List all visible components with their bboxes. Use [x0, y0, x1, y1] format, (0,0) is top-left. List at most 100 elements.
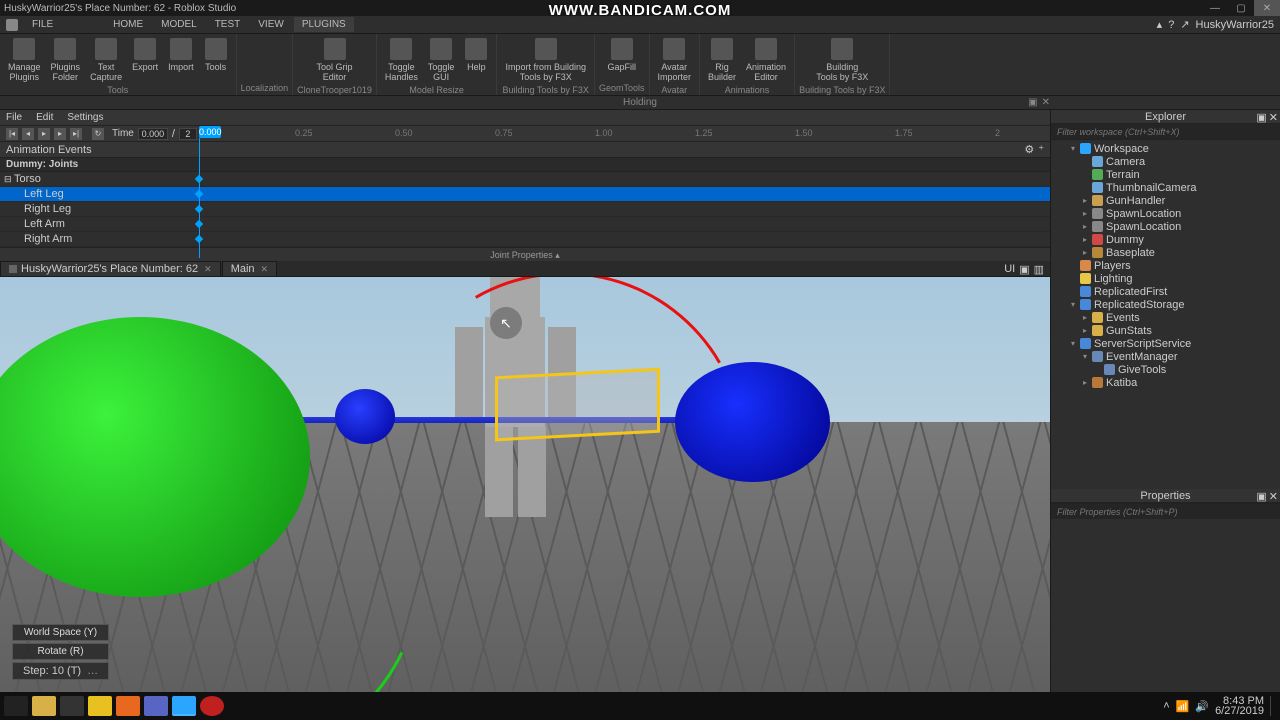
tree-node[interactable]: ▸SpawnLocation [1051, 207, 1280, 220]
viewport-icon[interactable]: ▣ [1019, 263, 1029, 276]
ribbon-button[interactable]: Tools [200, 36, 232, 74]
loop-icon[interactable]: ↻ [92, 128, 104, 140]
play-icon[interactable]: ▸ [38, 128, 50, 140]
tree-node[interactable]: Players [1051, 259, 1280, 272]
taskbar-app-bandicam[interactable] [200, 696, 224, 716]
ribbon-button[interactable]: RigBuilder [704, 36, 740, 84]
chevron-icon[interactable]: ▸ [1081, 248, 1089, 257]
show-desktop-button[interactable] [1270, 696, 1276, 716]
tree-node[interactable]: ▾ServerScriptService [1051, 337, 1280, 350]
viewport-icon2[interactable]: ▥ [1034, 263, 1044, 276]
studio-logo-icon[interactable] [6, 19, 18, 31]
menu-model[interactable]: MODEL [153, 17, 205, 32]
ribbon-button[interactable]: Import [164, 36, 198, 74]
taskbar-app-1[interactable] [60, 696, 84, 716]
anim-menu-edit[interactable]: Edit [36, 112, 53, 123]
hud-mode[interactable]: Rotate (R) [12, 643, 109, 660]
tree-node[interactable]: ▸GunHandler [1051, 194, 1280, 207]
tab-place[interactable]: HuskyWarrior25's Place Number: 62✕ [0, 261, 221, 276]
tab-close-icon[interactable]: ✕ [204, 264, 212, 275]
taskbar-app-roblox[interactable] [172, 696, 196, 716]
timeline[interactable]: |◂ ◂ ▸ ▸ ▸| ↻ Time 0.000 / 2 0.250.500.7… [0, 126, 1050, 142]
tab-close-icon[interactable]: ✕ [261, 264, 269, 275]
menu-file[interactable]: FILE [24, 17, 61, 32]
minimize-button[interactable]: ― [1202, 0, 1228, 16]
selection-box[interactable] [495, 368, 660, 442]
share-icon[interactable]: ↗ [1180, 18, 1189, 31]
chevron-icon[interactable]: ▸ [1081, 326, 1089, 335]
step-back-icon[interactable]: ◂ [22, 128, 34, 140]
ribbon-button[interactable]: ToggleHandles [381, 36, 422, 84]
help-icon[interactable]: ? [1168, 19, 1174, 31]
tray-network-icon[interactable]: 📶 [1176, 700, 1190, 713]
user-label[interactable]: HuskyWarrior25 [1196, 19, 1274, 31]
step-fwd-icon[interactable]: ▸ [54, 128, 66, 140]
ribbon-button[interactable]: Tool GripEditor [313, 36, 357, 84]
tree-node[interactable]: ▾ReplicatedStorage [1051, 298, 1280, 311]
playhead[interactable]: 0.000 [199, 126, 221, 138]
ribbon-button[interactable]: Import from BuildingTools by F3X [501, 36, 590, 84]
explorer-filter[interactable]: Filter workspace (Ctrl+Shift+X) [1051, 124, 1280, 140]
taskbar-app-firefox[interactable] [116, 696, 140, 716]
maximize-button[interactable]: ▢ [1228, 0, 1254, 16]
tree-node[interactable]: Lighting [1051, 272, 1280, 285]
joint-row[interactable]: ⊟Torso [0, 172, 1050, 187]
collapse-ribbon-icon[interactable]: ▴ [1157, 18, 1163, 31]
close-button[interactable]: ✕ [1254, 0, 1280, 16]
chevron-icon[interactable]: ▸ [1081, 313, 1089, 322]
tree-node[interactable]: ▸GunStats [1051, 324, 1280, 337]
ribbon-button[interactable]: ToggleGUI [424, 36, 459, 84]
anim-menu-file[interactable]: File [6, 112, 22, 123]
hud-step[interactable]: Step: 10 (T)… [12, 662, 109, 680]
ribbon-button[interactable]: ManagePlugins [4, 36, 45, 84]
chevron-icon[interactable]: ▸ [1081, 196, 1089, 205]
ribbon-button[interactable]: BuildingTools by F3X [812, 36, 872, 84]
panel-close-icon[interactable]: ✕ [1042, 97, 1050, 108]
anim-menu-settings[interactable]: Settings [67, 112, 103, 123]
joint-row[interactable]: Left Leg [0, 187, 1050, 202]
ribbon-button[interactable]: Help [460, 36, 492, 74]
joint-row[interactable]: Right Arm [0, 232, 1050, 247]
panel-close-icon[interactable]: ✕ [1269, 111, 1278, 125]
start-button[interactable] [4, 696, 28, 716]
tree-node[interactable]: ReplicatedFirst [1051, 285, 1280, 298]
properties-filter[interactable]: Filter Properties (Ctrl+Shift+P) [1051, 503, 1280, 519]
ui-toggle-icon[interactable]: UI [1004, 263, 1015, 276]
tree-node[interactable]: ▾Workspace [1051, 142, 1280, 155]
tree-node[interactable]: ▸Events [1051, 311, 1280, 324]
expand-icon[interactable]: ⊟ [4, 174, 12, 185]
ribbon-button[interactable]: PluginsFolder [47, 36, 85, 84]
tray-volume-icon[interactable]: 🔊 [1195, 700, 1209, 713]
hud-space[interactable]: World Space (Y) [12, 624, 109, 641]
time-input[interactable]: 0.000 [138, 128, 168, 140]
taskbar-app-explorer[interactable] [32, 696, 56, 716]
tree-node[interactable]: ▸Katiba [1051, 376, 1280, 389]
chevron-icon[interactable]: ▸ [1081, 378, 1089, 387]
ribbon-button[interactable]: TextCapture [86, 36, 126, 84]
chevron-icon[interactable]: ▾ [1069, 339, 1077, 348]
panel-close-icon[interactable]: ✕ [1269, 490, 1278, 504]
tab-main[interactable]: Main✕ [222, 261, 277, 276]
gear-icon[interactable]: ⚙ [1024, 143, 1034, 156]
joint-properties-toggle[interactable]: Joint Properties ▴ [0, 247, 1050, 261]
taskbar-app-discord[interactable] [144, 696, 168, 716]
chevron-icon[interactable]: ▸ [1081, 235, 1089, 244]
tree-node[interactable]: ▾EventManager [1051, 350, 1280, 363]
tree-node[interactable]: ▸Dummy [1051, 233, 1280, 246]
chevron-icon[interactable]: ▾ [1069, 144, 1077, 153]
tree-node[interactable]: ▸SpawnLocation [1051, 220, 1280, 233]
ribbon-button[interactable]: GapFill [603, 36, 640, 74]
explorer-tree[interactable]: ▾WorkspaceCameraTerrainThumbnailCamera▸G… [1051, 140, 1280, 489]
hud-step-more-icon[interactable]: … [87, 665, 98, 677]
goto-start-icon[interactable]: |◂ [6, 128, 18, 140]
handle-sphere-blue-small[interactable] [335, 389, 395, 444]
windows-taskbar[interactable]: ˄ 📶 🔊 8:43 PM 6/27/2019 [0, 692, 1280, 720]
tree-node[interactable]: ▸Baseplate [1051, 246, 1280, 259]
joint-row[interactable]: Left Arm [0, 217, 1050, 232]
menu-view[interactable]: VIEW [250, 17, 292, 32]
tree-node[interactable]: Camera [1051, 155, 1280, 168]
ribbon-button[interactable]: AnimationEditor [742, 36, 790, 84]
goto-end-icon[interactable]: ▸| [70, 128, 82, 140]
panel-undock-icon[interactable]: ▣ [1028, 97, 1037, 108]
handle-sphere-blue-large[interactable] [675, 362, 830, 482]
